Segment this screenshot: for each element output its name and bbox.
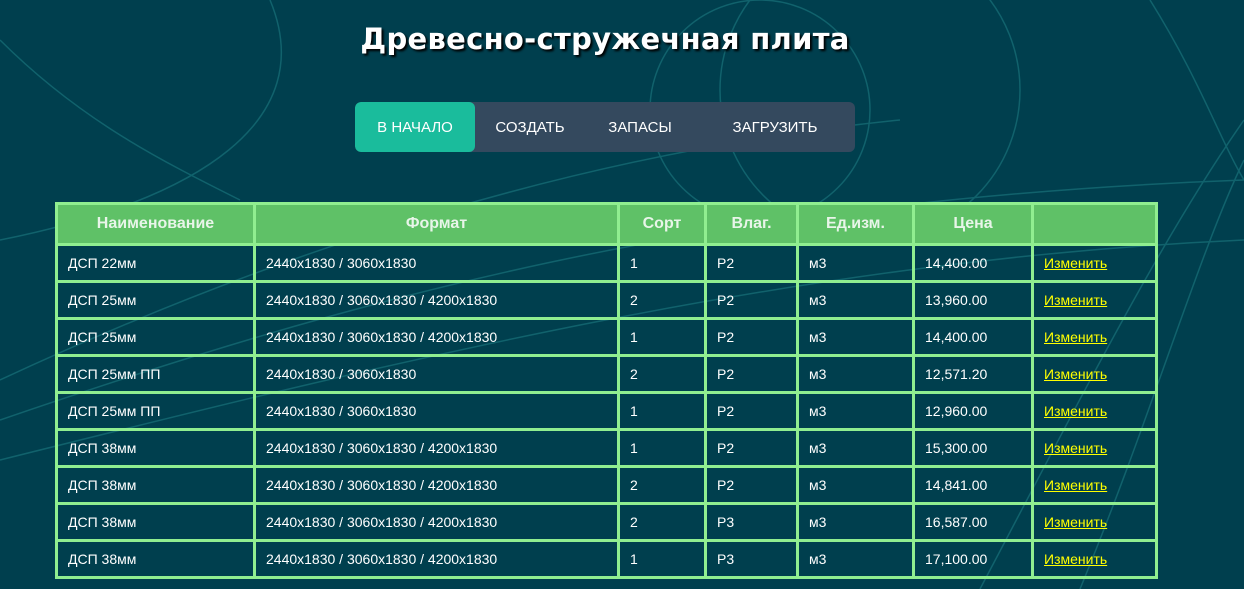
cell-price: 14,841.00 xyxy=(912,465,1034,505)
cell-sort: 1 xyxy=(617,391,707,431)
column-header-format: Формат xyxy=(253,202,620,246)
edit-link[interactable]: Изменить xyxy=(1044,292,1107,308)
cell-action: Изменить xyxy=(1031,428,1158,468)
column-header-name: Наименование xyxy=(55,202,256,246)
cell-action: Изменить xyxy=(1031,391,1158,431)
cell-sort: 2 xyxy=(617,354,707,394)
cell-sort: 1 xyxy=(617,539,707,579)
products-table-container: Наименование Формат Сорт Влаг. Ед.изм. Ц… xyxy=(55,202,1158,579)
cell-action: Изменить xyxy=(1031,465,1158,505)
cell-unit: м3 xyxy=(796,465,915,505)
cell-moisture: P2 xyxy=(704,317,799,357)
cell-sort: 2 xyxy=(617,280,707,320)
cell-sort: 1 xyxy=(617,317,707,357)
cell-sort: 1 xyxy=(617,243,707,283)
cell-price: 14,400.00 xyxy=(912,243,1034,283)
cell-moisture: P2 xyxy=(704,280,799,320)
column-header-actions xyxy=(1031,202,1158,246)
cell-price: 12,571.20 xyxy=(912,354,1034,394)
table-row: ДСП 25мм ПП 2440x1830 / 3060x1830 1 P2 м… xyxy=(55,391,1158,431)
nav-home-button[interactable]: В НАЧАЛО xyxy=(355,102,475,152)
nav-create-button[interactable]: СОЗДАТЬ xyxy=(475,102,585,152)
cell-name: ДСП 38мм xyxy=(55,539,256,579)
edit-link[interactable]: Изменить xyxy=(1044,366,1107,382)
page-title: Древесно-стружечная плита xyxy=(360,22,850,56)
table-row: ДСП 38мм 2440x1830 / 3060x1830 / 4200x18… xyxy=(55,539,1158,579)
cell-format: 2440x1830 / 3060x1830 / 4200x1830 xyxy=(253,502,620,542)
edit-link[interactable]: Изменить xyxy=(1044,440,1107,456)
cell-moisture: P3 xyxy=(704,539,799,579)
table-row: ДСП 25мм ПП 2440x1830 / 3060x1830 2 P2 м… xyxy=(55,354,1158,394)
cell-unit: м3 xyxy=(796,354,915,394)
table-row: ДСП 38мм 2440x1830 / 3060x1830 / 4200x18… xyxy=(55,465,1158,505)
edit-link[interactable]: Изменить xyxy=(1044,551,1107,567)
cell-unit: м3 xyxy=(796,428,915,468)
cell-unit: м3 xyxy=(796,391,915,431)
cell-action: Изменить xyxy=(1031,243,1158,283)
table-row: ДСП 38мм 2440x1830 / 3060x1830 / 4200x18… xyxy=(55,502,1158,542)
cell-price: 17,100.00 xyxy=(912,539,1034,579)
cell-name: ДСП 25мм ПП xyxy=(55,391,256,431)
column-header-price: Цена xyxy=(912,202,1034,246)
column-header-sort: Сорт xyxy=(617,202,707,246)
cell-moisture: P2 xyxy=(704,465,799,505)
cell-name: ДСП 38мм xyxy=(55,502,256,542)
edit-link[interactable]: Изменить xyxy=(1044,477,1107,493)
cell-format: 2440x1830 / 3060x1830 / 4200x1830 xyxy=(253,317,620,357)
table-row: ДСП 25мм 2440x1830 / 3060x1830 / 4200x18… xyxy=(55,280,1158,320)
cell-moisture: P2 xyxy=(704,354,799,394)
main-nav: В НАЧАЛО СОЗДАТЬ ЗАПАСЫ ЗАГРУЗИТЬ xyxy=(355,102,855,152)
column-header-moisture: Влаг. xyxy=(704,202,799,246)
edit-link[interactable]: Изменить xyxy=(1044,403,1107,419)
cell-name: ДСП 25мм xyxy=(55,280,256,320)
cell-moisture: P2 xyxy=(704,391,799,431)
table-header-row: Наименование Формат Сорт Влаг. Ед.изм. Ц… xyxy=(55,202,1158,246)
nav-upload-button[interactable]: ЗАГРУЗИТЬ xyxy=(695,102,855,152)
cell-price: 16,587.00 xyxy=(912,502,1034,542)
cell-price: 12,960.00 xyxy=(912,391,1034,431)
cell-name: ДСП 38мм xyxy=(55,428,256,468)
products-table: Наименование Формат Сорт Влаг. Ед.изм. Ц… xyxy=(55,202,1158,579)
cell-name: ДСП 22мм xyxy=(55,243,256,283)
cell-moisture: P2 xyxy=(704,243,799,283)
cell-format: 2440x1830 / 3060x1830 xyxy=(253,243,620,283)
cell-price: 14,400.00 xyxy=(912,317,1034,357)
table-row: ДСП 25мм 2440x1830 / 3060x1830 / 4200x18… xyxy=(55,317,1158,357)
cell-unit: м3 xyxy=(796,539,915,579)
cell-format: 2440x1830 / 3060x1830 / 4200x1830 xyxy=(253,539,620,579)
cell-format: 2440x1830 / 3060x1830 xyxy=(253,354,620,394)
cell-action: Изменить xyxy=(1031,317,1158,357)
table-row: ДСП 38мм 2440x1830 / 3060x1830 / 4200x18… xyxy=(55,428,1158,468)
cell-sort: 1 xyxy=(617,428,707,468)
nav-stock-button[interactable]: ЗАПАСЫ xyxy=(585,102,695,152)
column-header-unit: Ед.изм. xyxy=(796,202,915,246)
cell-unit: м3 xyxy=(796,317,915,357)
edit-link[interactable]: Изменить xyxy=(1044,514,1107,530)
table-row: ДСП 22мм 2440x1830 / 3060x1830 1 P2 м3 1… xyxy=(55,243,1158,283)
cell-action: Изменить xyxy=(1031,539,1158,579)
cell-moisture: P2 xyxy=(704,428,799,468)
cell-price: 15,300.00 xyxy=(912,428,1034,468)
edit-link[interactable]: Изменить xyxy=(1044,329,1107,345)
cell-unit: м3 xyxy=(796,502,915,542)
cell-moisture: P3 xyxy=(704,502,799,542)
cell-action: Изменить xyxy=(1031,502,1158,542)
cell-action: Изменить xyxy=(1031,280,1158,320)
cell-format: 2440x1830 / 3060x1830 / 4200x1830 xyxy=(253,465,620,505)
cell-format: 2440x1830 / 3060x1830 xyxy=(253,391,620,431)
cell-action: Изменить xyxy=(1031,354,1158,394)
cell-format: 2440x1830 / 3060x1830 / 4200x1830 xyxy=(253,280,620,320)
cell-format: 2440x1830 / 3060x1830 / 4200x1830 xyxy=(253,428,620,468)
cell-name: ДСП 38мм xyxy=(55,465,256,505)
cell-name: ДСП 25мм ПП xyxy=(55,354,256,394)
cell-price: 13,960.00 xyxy=(912,280,1034,320)
cell-sort: 2 xyxy=(617,465,707,505)
cell-unit: м3 xyxy=(796,280,915,320)
cell-sort: 2 xyxy=(617,502,707,542)
edit-link[interactable]: Изменить xyxy=(1044,255,1107,271)
cell-name: ДСП 25мм xyxy=(55,317,256,357)
cell-unit: м3 xyxy=(796,243,915,283)
